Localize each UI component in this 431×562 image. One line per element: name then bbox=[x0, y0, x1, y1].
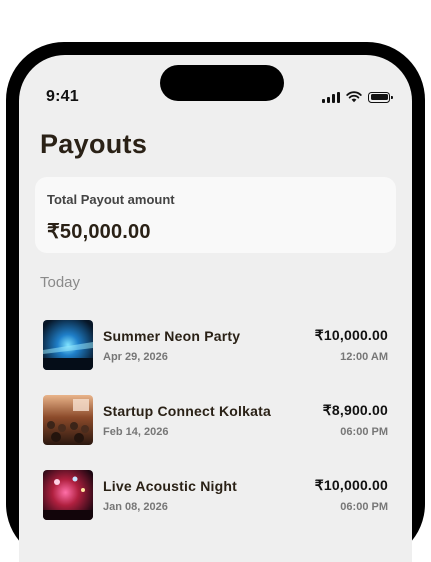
app-screen: 9:41 Payouts Total Payout amount ₹50,000… bbox=[19, 55, 412, 562]
event-title: Live Acoustic Night bbox=[103, 478, 237, 494]
payout-row[interactable]: Startup Connect Kolkata Feb 14, 2026 ₹8,… bbox=[43, 395, 388, 445]
payout-amount: ₹10,000.00 bbox=[314, 327, 388, 343]
payout-row[interactable]: Summer Neon Party Apr 29, 2026 ₹10,000.0… bbox=[43, 320, 388, 370]
status-icons bbox=[322, 91, 393, 103]
section-label-today: Today bbox=[40, 274, 81, 291]
payout-time: 06:00 PM bbox=[340, 501, 388, 513]
event-date: Feb 14, 2026 bbox=[103, 426, 169, 438]
event-title: Startup Connect Kolkata bbox=[103, 403, 271, 419]
payout-time: 12:00 AM bbox=[340, 351, 388, 363]
total-payout-card: Total Payout amount ₹50,000.00 bbox=[35, 177, 396, 253]
status-time: 9:41 bbox=[46, 88, 79, 105]
event-date: Apr 29, 2026 bbox=[103, 351, 168, 363]
page-title: Payouts bbox=[40, 129, 148, 159]
event-date: Jan 08, 2026 bbox=[103, 501, 168, 513]
total-payout-label: Total Payout amount bbox=[47, 192, 175, 207]
event-thumbnail bbox=[43, 320, 93, 370]
total-payout-amount: ₹50,000.00 bbox=[47, 221, 151, 243]
status-bar: 9:41 bbox=[19, 55, 412, 115]
event-thumbnail bbox=[43, 395, 93, 445]
phone-frame: 9:41 Payouts Total Payout amount ₹50,000… bbox=[6, 42, 425, 562]
event-title: Summer Neon Party bbox=[103, 328, 241, 344]
wifi-icon bbox=[346, 91, 362, 103]
battery-icon bbox=[368, 91, 393, 103]
event-thumbnail bbox=[43, 470, 93, 520]
payout-amount: ₹8,900.00 bbox=[322, 402, 388, 418]
payout-time: 06:00 PM bbox=[340, 426, 388, 438]
payout-amount: ₹10,000.00 bbox=[314, 477, 388, 493]
dynamic-island bbox=[160, 65, 284, 101]
signal-icon bbox=[322, 91, 340, 103]
payout-row[interactable]: Live Acoustic Night Jan 08, 2026 ₹10,000… bbox=[43, 470, 388, 520]
